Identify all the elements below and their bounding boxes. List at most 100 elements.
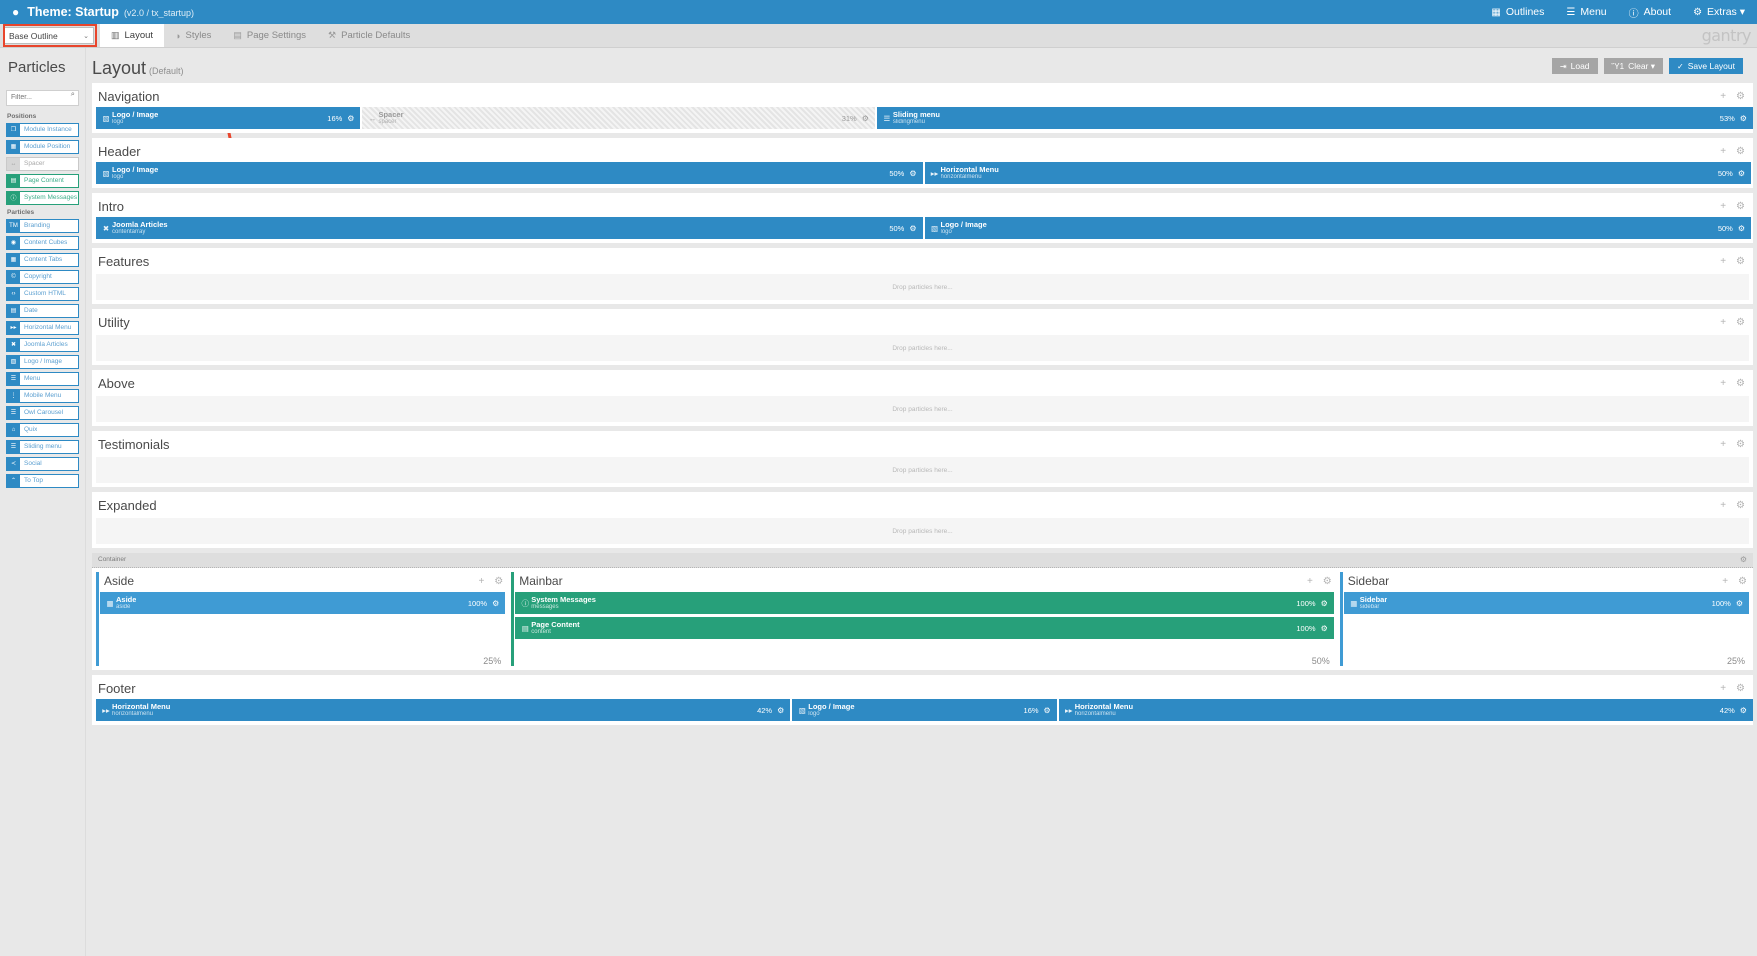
gear-icon[interactable]: ⚙ xyxy=(909,169,916,178)
layout-block[interactable]: ▧Logo / Imagelogo16%⚙ xyxy=(96,107,360,129)
gear-icon[interactable]: ⚙ xyxy=(1736,500,1745,511)
particle-item-copyright[interactable]: ©Copyright xyxy=(6,270,79,284)
particle-item-menu[interactable]: ☰Menu xyxy=(6,372,79,386)
gear-icon[interactable]: ⚙ xyxy=(1740,114,1747,123)
particle-item-custom-html[interactable]: ‹›Custom HTML xyxy=(6,287,79,301)
gear-icon[interactable]: ⚙ xyxy=(1321,599,1328,608)
dropzone[interactable]: Drop particles here... xyxy=(96,396,1749,422)
particle-item-system-messages[interactable]: ⓘSystem Messages xyxy=(6,191,79,205)
tab-styles[interactable]: ◑ Styles xyxy=(164,24,222,47)
particle-item-to-top[interactable]: ⌃To Top xyxy=(6,474,79,488)
dropzone[interactable]: Drop particles here... xyxy=(96,457,1749,483)
add-icon[interactable]: + xyxy=(1720,317,1726,328)
save-layout-button[interactable]: ✓ Save Layout xyxy=(1669,58,1743,74)
layout-block[interactable]: ⓘSystem Messagesmessages100%⚙ xyxy=(515,592,1334,614)
column-body[interactable]: ⓘSystem Messagesmessages100%⚙ ▤Page Conte… xyxy=(511,592,1338,652)
gear-icon[interactable]: ⚙ xyxy=(1738,224,1745,233)
add-icon[interactable]: + xyxy=(1720,378,1726,389)
particle-item-page-content[interactable]: ▤Page Content xyxy=(6,174,79,188)
gear-icon[interactable]: ⚙ xyxy=(1740,555,1747,564)
gear-icon[interactable]: ⚙ xyxy=(1736,439,1745,450)
particle-item-joomla-articles[interactable]: ✖Joomla Articles xyxy=(6,338,79,352)
layout-block[interactable]: ▦Sidebarsidebar100%⚙ xyxy=(1344,592,1749,614)
gear-icon[interactable]: ⚙ xyxy=(1736,256,1745,267)
gear-icon[interactable]: ⚙ xyxy=(1736,599,1743,608)
layout-block[interactable]: ▧Logo / Imagelogo50%⚙ xyxy=(96,162,923,184)
gear-icon[interactable]: ⚙ xyxy=(909,224,916,233)
dropzone[interactable]: Drop particles here... xyxy=(96,274,1749,300)
filter-input[interactable] xyxy=(6,90,79,106)
gear-icon[interactable]: ⚙ xyxy=(492,599,499,608)
add-icon[interactable]: + xyxy=(1720,683,1726,694)
topbar-item-outlines[interactable]: ▦ Outlines xyxy=(1491,6,1544,18)
layout-block[interactable]: ☰Sliding menuslidingmenu53%⚙ xyxy=(877,107,1753,129)
particle-item-date[interactable]: ▤Date xyxy=(6,304,79,318)
gear-icon[interactable]: ⚙ xyxy=(1736,683,1745,694)
topbar-item-about[interactable]: ⓘ About xyxy=(1629,5,1671,20)
block-subtitle: logo xyxy=(808,711,854,717)
particle-item-social[interactable]: ≺Social xyxy=(6,457,79,471)
add-icon[interactable]: + xyxy=(478,576,484,587)
particle-item-spacer[interactable]: ↔Spacer xyxy=(6,157,79,171)
gear-icon[interactable]: ⚙ xyxy=(1736,91,1745,102)
particle-item-branding[interactable]: TMBranding xyxy=(6,219,79,233)
gear-icon[interactable]: ⚙ xyxy=(347,114,354,123)
layout-block[interactable]: ▸▸Horizontal Menuhorizontalmenu50%⚙ xyxy=(925,162,1752,184)
gear-icon[interactable]: ⚙ xyxy=(1740,706,1747,715)
gear-icon[interactable]: ⚙ xyxy=(1736,317,1745,328)
outline-select[interactable]: Base Outline ⌄ xyxy=(4,27,94,44)
gear-icon[interactable]: ⚙ xyxy=(1738,169,1745,178)
gear-icon[interactable]: ⚙ xyxy=(862,114,869,123)
particle-item-content-tabs[interactable]: ▦Content Tabs xyxy=(6,253,79,267)
gear-icon[interactable]: ⚙ xyxy=(1736,378,1745,389)
particle-item-content-cubes[interactable]: ◉Content Cubes xyxy=(6,236,79,250)
particle-item-sliding-menu[interactable]: ☰Sliding menu xyxy=(6,440,79,454)
add-icon[interactable]: + xyxy=(1720,91,1726,102)
tab-page-settings[interactable]: ▤ Page Settings xyxy=(222,24,317,47)
gear-icon[interactable]: ⚙ xyxy=(1321,624,1328,633)
layout-block[interactable]: ▸▸Horizontal Menuhorizontalmenu42%⚙ xyxy=(1059,699,1753,721)
gear-icon[interactable]: ⚙ xyxy=(1736,201,1745,212)
layout-block[interactable]: ▦Asideaside100%⚙ xyxy=(100,592,505,614)
gear-icon[interactable]: ⚙ xyxy=(1323,576,1332,587)
gear-icon[interactable]: ⚙ xyxy=(494,576,503,587)
add-icon[interactable]: + xyxy=(1720,146,1726,157)
layout-block[interactable]: ▤Page Contentcontent100%⚙ xyxy=(515,617,1334,639)
clear-button[interactable]: Ὕ1 Clear ▾ xyxy=(1604,58,1663,74)
particle-item-logo-image[interactable]: ▧Logo / Image xyxy=(6,355,79,369)
layout-block[interactable]: ▧Logo / Imagelogo50%⚙ xyxy=(925,217,1752,239)
add-icon[interactable]: + xyxy=(1720,500,1726,511)
tab-layout[interactable]: ▥ Layout xyxy=(100,24,164,47)
section-title: Footer xyxy=(98,681,136,696)
particle-item-owl-carousel[interactable]: ☰Owl Carousel xyxy=(6,406,79,420)
particle-item-mobile-menu[interactable]: ⋮Mobile Menu xyxy=(6,389,79,403)
gear-icon[interactable]: ⚙ xyxy=(777,706,784,715)
particle-item-module-position[interactable]: ▦Module Position xyxy=(6,140,79,154)
add-icon[interactable]: + xyxy=(1720,439,1726,450)
add-icon[interactable]: + xyxy=(1720,256,1726,267)
topbar-item-extras[interactable]: ⚙ Extras ▾ xyxy=(1693,6,1745,18)
layout-block[interactable]: ▸▸Horizontal Menuhorizontalmenu42%⚙ xyxy=(96,699,790,721)
gear-icon[interactable]: ⚙ xyxy=(1044,706,1051,715)
gear-icon[interactable]: ⚙ xyxy=(1738,576,1747,587)
column-accent xyxy=(511,572,514,666)
layout-block[interactable]: ▧Logo / Imagelogo16%⚙ xyxy=(792,699,1056,721)
tab-particle-defaults[interactable]: ⚒ Particle Defaults xyxy=(317,24,421,47)
column-body[interactable]: ▦Sidebarsidebar100%⚙ xyxy=(1340,592,1753,652)
layout-block[interactable]: ✖Joomla Articlescontentarray50%⚙ xyxy=(96,217,923,239)
gear-icon[interactable]: ⚙ xyxy=(1736,146,1745,157)
add-icon[interactable]: + xyxy=(1722,576,1728,587)
particle-icon: ⌂ xyxy=(7,424,20,436)
topbar-item-menu[interactable]: ☰ Menu xyxy=(1566,6,1606,18)
add-icon[interactable]: + xyxy=(1307,576,1313,587)
dropzone[interactable]: Drop particles here... xyxy=(96,518,1749,544)
particle-item-quix[interactable]: ⌂Quix xyxy=(6,423,79,437)
load-button[interactable]: ⇥ Load xyxy=(1552,58,1598,74)
add-icon[interactable]: + xyxy=(1720,201,1726,212)
dropzone[interactable]: Drop particles here... xyxy=(96,335,1749,361)
particle-item-horizontal-menu[interactable]: ▸▸Horizontal Menu xyxy=(6,321,79,335)
particle-label: Mobile Menu xyxy=(20,390,61,402)
column-body[interactable]: ▦Asideaside100%⚙ xyxy=(96,592,509,652)
layout-block[interactable]: ↔Spacerspacer31%⚙ xyxy=(362,107,874,129)
particle-item-module-instance[interactable]: ❐Module Instance xyxy=(6,123,79,137)
